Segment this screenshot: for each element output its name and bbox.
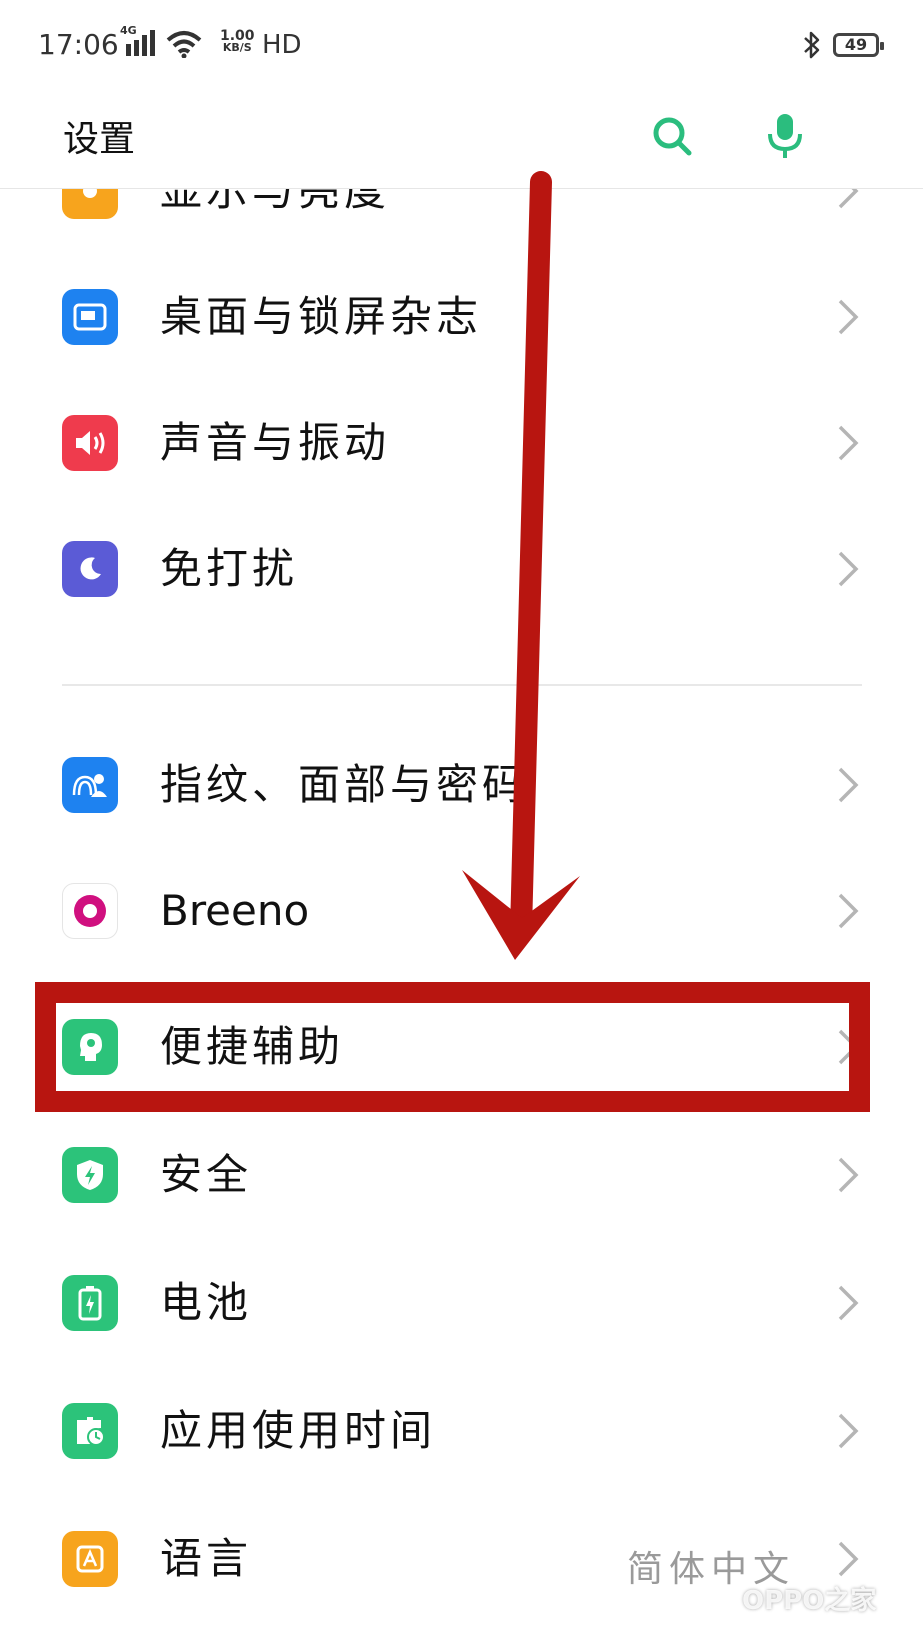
settings-header: 设置 xyxy=(0,92,923,189)
chevron-right-icon xyxy=(838,1413,859,1449)
chevron-right-icon xyxy=(838,1157,859,1193)
settings-item-wallpaper[interactable]: 桌面与锁屏杂志 xyxy=(0,252,923,382)
language-icon xyxy=(62,1531,118,1587)
chevron-right-icon xyxy=(838,551,859,587)
section-divider xyxy=(62,684,862,686)
page-title: 设置 xyxy=(63,119,136,160)
settings-item-label: 桌面与锁屏杂志 xyxy=(160,292,483,341)
settings-list: 显示与亮度 桌面与锁屏杂志 声音与振动 免打扰 指纹、面部与密码 Breeno … xyxy=(0,0,923,1650)
settings-item-app-usage[interactable]: 应用使用时间 xyxy=(0,1366,923,1496)
settings-item-label: 指纹、面部与密码 xyxy=(160,760,529,809)
mic-icon xyxy=(768,114,802,158)
settings-item-label: 应用使用时间 xyxy=(160,1406,437,1455)
search-icon xyxy=(653,117,692,156)
chevron-right-icon xyxy=(838,299,859,335)
settings-item-breeno[interactable]: Breeno xyxy=(0,846,923,976)
settings-item-biometrics[interactable]: 指纹、面部与密码 xyxy=(0,720,923,850)
voice-search-button[interactable] xyxy=(755,106,815,166)
settings-item-dnd[interactable]: 免打扰 xyxy=(0,504,923,634)
settings-item-label: 免打扰 xyxy=(160,544,299,593)
app-time-icon xyxy=(62,1403,118,1459)
battery-icon xyxy=(62,1275,118,1331)
settings-item-sound[interactable]: 声音与振动 xyxy=(0,378,923,508)
breeno-icon xyxy=(62,883,118,939)
speaker-icon xyxy=(62,415,118,471)
search-button[interactable] xyxy=(642,106,702,166)
chevron-right-icon xyxy=(838,425,859,461)
moon-icon xyxy=(62,541,118,597)
watermark: OPPO之家 xyxy=(742,1586,877,1616)
settings-item-label: Breeno xyxy=(160,886,310,935)
chevron-right-icon xyxy=(838,767,859,803)
chevron-right-icon xyxy=(838,1541,859,1577)
settings-item-label: 语言 xyxy=(160,1534,253,1583)
settings-item-security[interactable]: 安全 xyxy=(0,1110,923,1240)
settings-item-label: 安全 xyxy=(160,1150,253,1199)
chevron-right-icon xyxy=(838,1285,859,1321)
settings-item-label: 声音与振动 xyxy=(160,418,391,467)
fingerprint-face-icon xyxy=(62,757,118,813)
settings-item-label: 电池 xyxy=(160,1278,253,1327)
chevron-right-icon xyxy=(838,893,859,929)
highlight-box xyxy=(35,982,870,1112)
shield-icon xyxy=(62,1147,118,1203)
settings-item-battery[interactable]: 电池 xyxy=(0,1238,923,1368)
wallpaper-icon xyxy=(62,289,118,345)
